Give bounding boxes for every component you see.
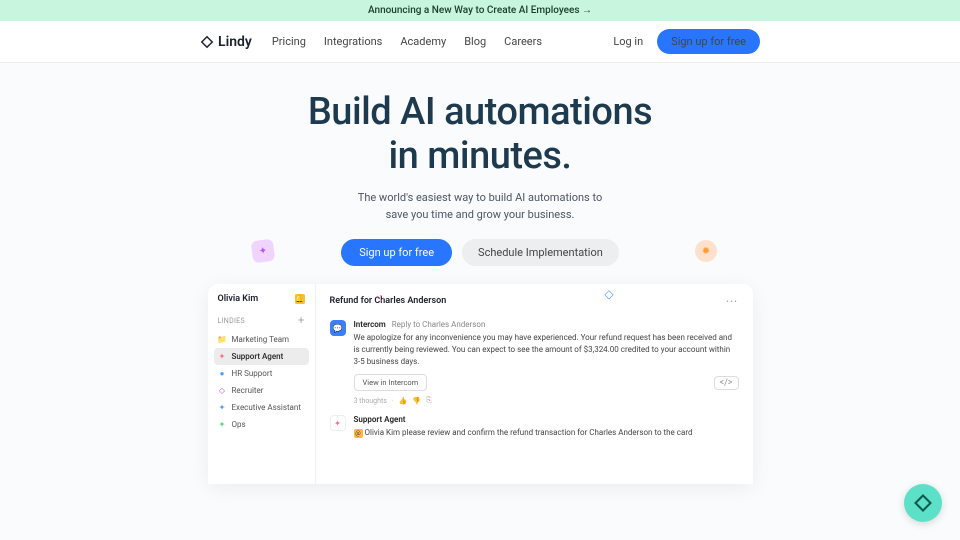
sidebar-item[interactable]: ✦ Support Agent <box>214 348 309 365</box>
chat-fab[interactable] <box>904 484 942 522</box>
thumbs-up-icon[interactable]: 👍 <box>399 397 408 405</box>
sidebar-item-icon: ✦ <box>218 403 227 412</box>
sidebar-item-label: Marketing Team <box>232 335 290 344</box>
copy-icon[interactable]: ⎘ <box>426 396 432 405</box>
intercom-icon: 💬 <box>330 320 346 336</box>
thread-title: Refund for Charles Anderson <box>330 296 447 306</box>
lindy-fab-icon <box>913 493 933 513</box>
msg-body-text: @Olivia Kim please review and confirm th… <box>354 427 739 439</box>
sidebar: Olivia Kim 🔔 LINDIES + 📁 Marketing Team ✦ S… <box>208 284 316 484</box>
sidebar-item-label: HR Support <box>232 369 273 378</box>
nav-blog[interactable]: Blog <box>464 35 486 48</box>
logo[interactable]: Lindy <box>200 34 252 50</box>
user-badge-icon: 🔔 <box>295 294 305 304</box>
hero-title: Build AI automations in minutes. <box>0 91 960 178</box>
msg-from: Intercom <box>354 320 386 329</box>
mention-badge-icon: @ <box>354 429 363 438</box>
sidebar-section-header: LINDIES + <box>214 314 309 331</box>
msg-from: Support Agent <box>354 415 406 424</box>
sidebar-item-label: Ops <box>232 420 246 429</box>
sidebar-item[interactable]: 📁 Marketing Team <box>214 331 309 348</box>
app-preview: Olivia Kim 🔔 LINDIES + 📁 Marketing Team ✦ S… <box>208 284 753 484</box>
sidebar-item[interactable]: ✦ Executive Assistant <box>214 399 309 416</box>
msg-body-text: We apologize for any inconvenience you m… <box>354 332 739 368</box>
nav-integrations[interactable]: Integrations <box>324 35 382 48</box>
sidebar-item-icon: ✦ <box>218 420 227 429</box>
sidebar-item[interactable]: ✦ Ops <box>214 416 309 433</box>
hero: Build AI automations in minutes. The wor… <box>0 63 960 284</box>
code-badge-icon[interactable]: </> <box>714 376 739 390</box>
message-intercom: 💬 Intercom Reply to Charles Anderson We … <box>330 320 739 405</box>
add-lindy-button[interactable]: + <box>298 314 305 327</box>
agent-icon: ✦ <box>330 415 346 431</box>
nav-links: Pricing Integrations Academy Blog Career… <box>272 35 542 48</box>
top-nav: Lindy Pricing Integrations Academy Blog … <box>0 21 960 63</box>
nav-pricing[interactable]: Pricing <box>272 35 306 48</box>
hero-subtitle: The world's easiest way to build AI auto… <box>0 190 960 223</box>
main-panel: Refund for Charles Anderson ⋯ 💬 Intercom… <box>316 284 753 484</box>
brand-name: Lindy <box>218 34 252 50</box>
nav-academy[interactable]: Academy <box>400 35 446 48</box>
sidebar-item-icon: 📁 <box>218 335 227 344</box>
more-menu-button[interactable]: ⋯ <box>726 294 739 308</box>
sidebar-item-label: Recruiter <box>232 386 264 395</box>
nav-careers[interactable]: Careers <box>504 35 542 48</box>
login-link[interactable]: Log in <box>613 35 643 48</box>
hero-signup-button[interactable]: Sign up for free <box>341 239 452 266</box>
thumbs-down-icon[interactable]: 👎 <box>412 397 421 405</box>
announcement-banner[interactable]: Announcing a New Way to Create AI Employ… <box>0 0 960 21</box>
lindy-logo-icon <box>200 35 214 49</box>
view-in-intercom-button[interactable]: View in Intercom <box>354 374 428 391</box>
signup-button[interactable]: Sign up for free <box>657 29 760 54</box>
sidebar-item-icon: ◇ <box>218 386 227 395</box>
message-agent: ✦ Support Agent @Olivia Kim please revie… <box>330 415 739 439</box>
schedule-button[interactable]: Schedule Implementation <box>462 239 619 266</box>
msg-meta: 3 thoughts · 👍 👎 ⎘ <box>354 396 739 405</box>
sidebar-item-icon: ● <box>218 369 227 378</box>
sidebar-user[interactable]: Olivia Kim 🔔 <box>214 294 309 304</box>
sidebar-item[interactable]: ● HR Support <box>214 365 309 382</box>
sidebar-item[interactable]: ◇ Recruiter <box>214 382 309 399</box>
msg-subject: Reply to Charles Anderson <box>392 320 486 329</box>
sidebar-item-label: Support Agent <box>232 352 284 361</box>
sidebar-item-icon: ✦ <box>218 352 227 361</box>
sidebar-item-label: Executive Assistant <box>232 403 301 412</box>
banner-link[interactable]: Announcing a New Way to Create AI Employ… <box>368 5 592 16</box>
